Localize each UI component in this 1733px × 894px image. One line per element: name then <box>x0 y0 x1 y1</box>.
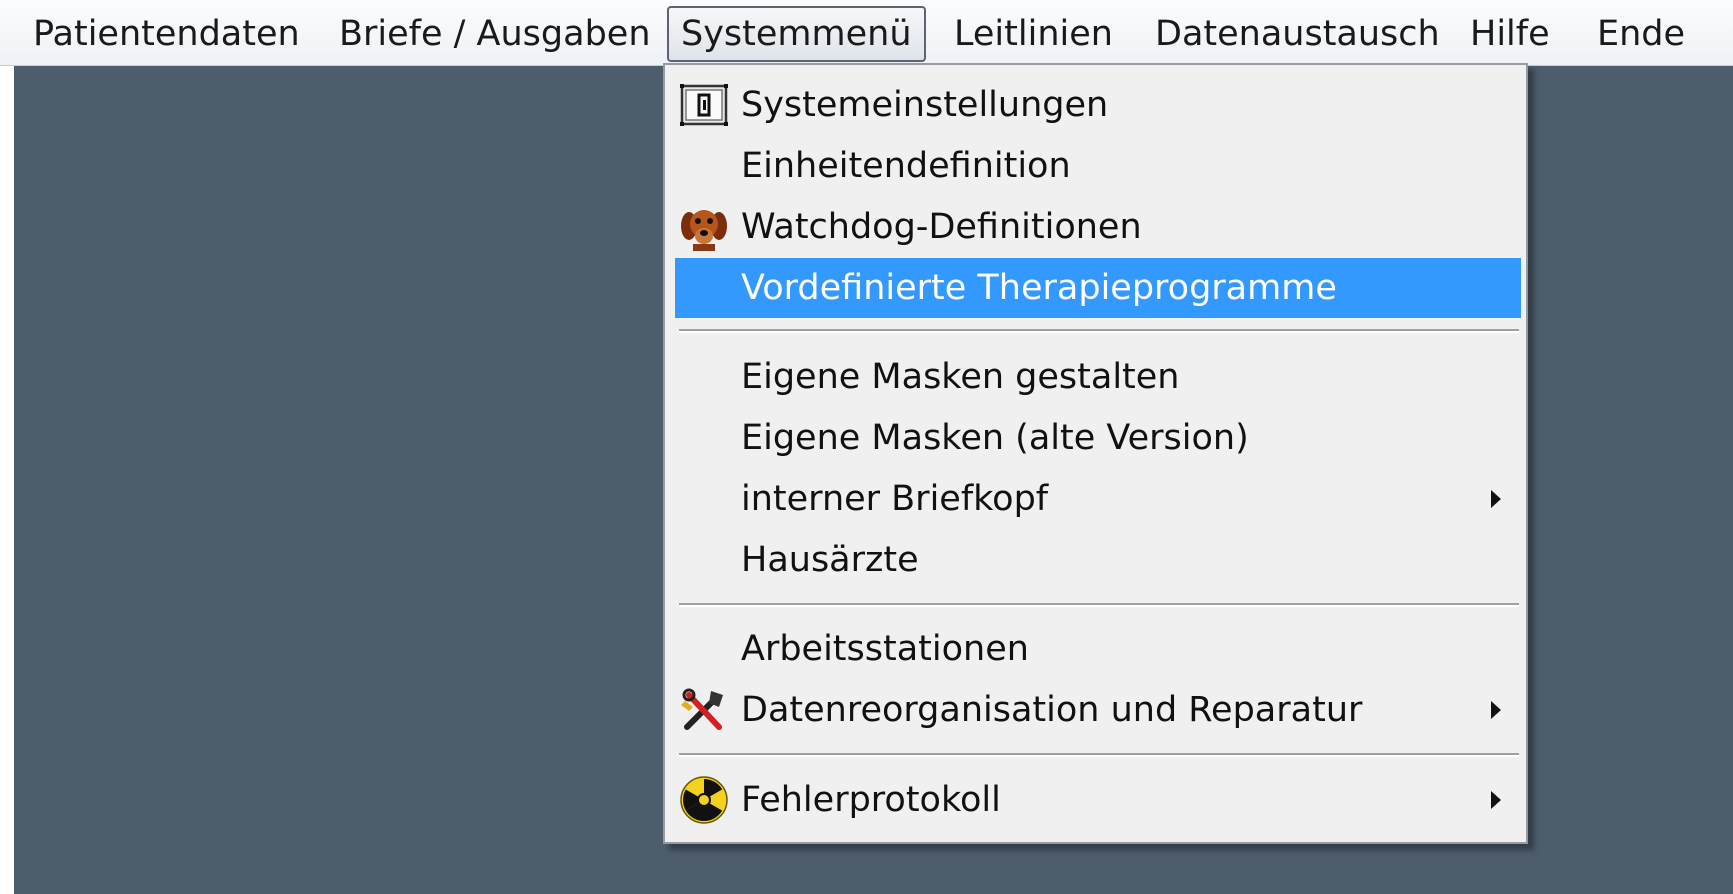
settings-panel-icon <box>679 80 729 130</box>
menu-item-label: Hausärzte <box>741 540 919 580</box>
menu-item-einheitendefinition[interactable]: Einheitendefinition <box>675 136 1521 196</box>
menu-bar: Patientendaten Briefe / Ausgaben Systemm… <box>0 0 1733 66</box>
menu-item-label: Systemeinstellungen <box>741 85 1109 125</box>
menu-item-vordefinierte-therapieprogramme[interactable]: Vordefinierte Therapieprogramme <box>675 258 1521 318</box>
menu-patientendaten[interactable]: Patientendaten <box>18 6 315 62</box>
menu-item-systemeinstellungen[interactable]: Systemeinstellungen <box>675 75 1521 135</box>
menu-datenaustausch[interactable]: Datenaustausch <box>1141 6 1454 62</box>
systemmenu-dropdown: Systemeinstellungen Einheitendefinition … <box>663 63 1528 844</box>
dog-icon <box>679 202 729 252</box>
menu-item-arbeitsstationen[interactable]: Arbeitsstationen <box>675 619 1521 679</box>
menu-item-interner-briefkopf[interactable]: interner Briefkopf <box>675 469 1521 529</box>
submenu-arrow-icon <box>1491 701 1501 719</box>
menu-item-label: Arbeitsstationen <box>741 629 1029 669</box>
tools-icon <box>679 685 729 735</box>
menu-separator <box>679 329 1519 333</box>
menu-leitlinien[interactable]: Leitlinien <box>940 6 1127 62</box>
menu-separator <box>679 603 1519 607</box>
menu-item-fehlerprotokoll[interactable]: Fehlerprotokoll <box>675 770 1521 830</box>
menu-item-label: interner Briefkopf <box>741 479 1049 519</box>
menu-briefe-ausgaben[interactable]: Briefe / Ausgaben <box>325 6 665 62</box>
menu-item-datenreorganisation-und-reparatur[interactable]: Datenreorganisation und Reparatur <box>675 680 1521 740</box>
submenu-arrow-icon <box>1491 490 1501 508</box>
menu-item-label: Eigene Masken (alte Version) <box>741 418 1249 458</box>
menu-item-watchdog-definitionen[interactable]: Watchdog-Definitionen <box>675 197 1521 257</box>
menu-ende[interactable]: Ende <box>1583 6 1699 62</box>
submenu-arrow-icon <box>1491 791 1501 809</box>
menu-item-label: Einheitendefinition <box>741 146 1071 186</box>
menu-hilfe[interactable]: Hilfe <box>1456 6 1564 62</box>
menu-item-label: Fehlerprotokoll <box>741 780 1001 820</box>
menu-item-label: Watchdog-Definitionen <box>741 207 1142 247</box>
menu-item-label: Eigene Masken gestalten <box>741 357 1180 397</box>
menu-item-label: Vordefinierte Therapieprogramme <box>741 268 1337 308</box>
menu-item-eigene-masken-alte-version[interactable]: Eigene Masken (alte Version) <box>675 408 1521 468</box>
menu-systemmenu[interactable]: Systemmenü <box>667 6 926 62</box>
menu-separator <box>679 753 1519 757</box>
menu-item-label: Datenreorganisation und Reparatur <box>741 690 1363 730</box>
radiation-icon <box>679 775 729 825</box>
menu-item-hausaerzte[interactable]: Hausärzte <box>675 530 1521 590</box>
menu-item-eigene-masken-gestalten[interactable]: Eigene Masken gestalten <box>675 347 1521 407</box>
